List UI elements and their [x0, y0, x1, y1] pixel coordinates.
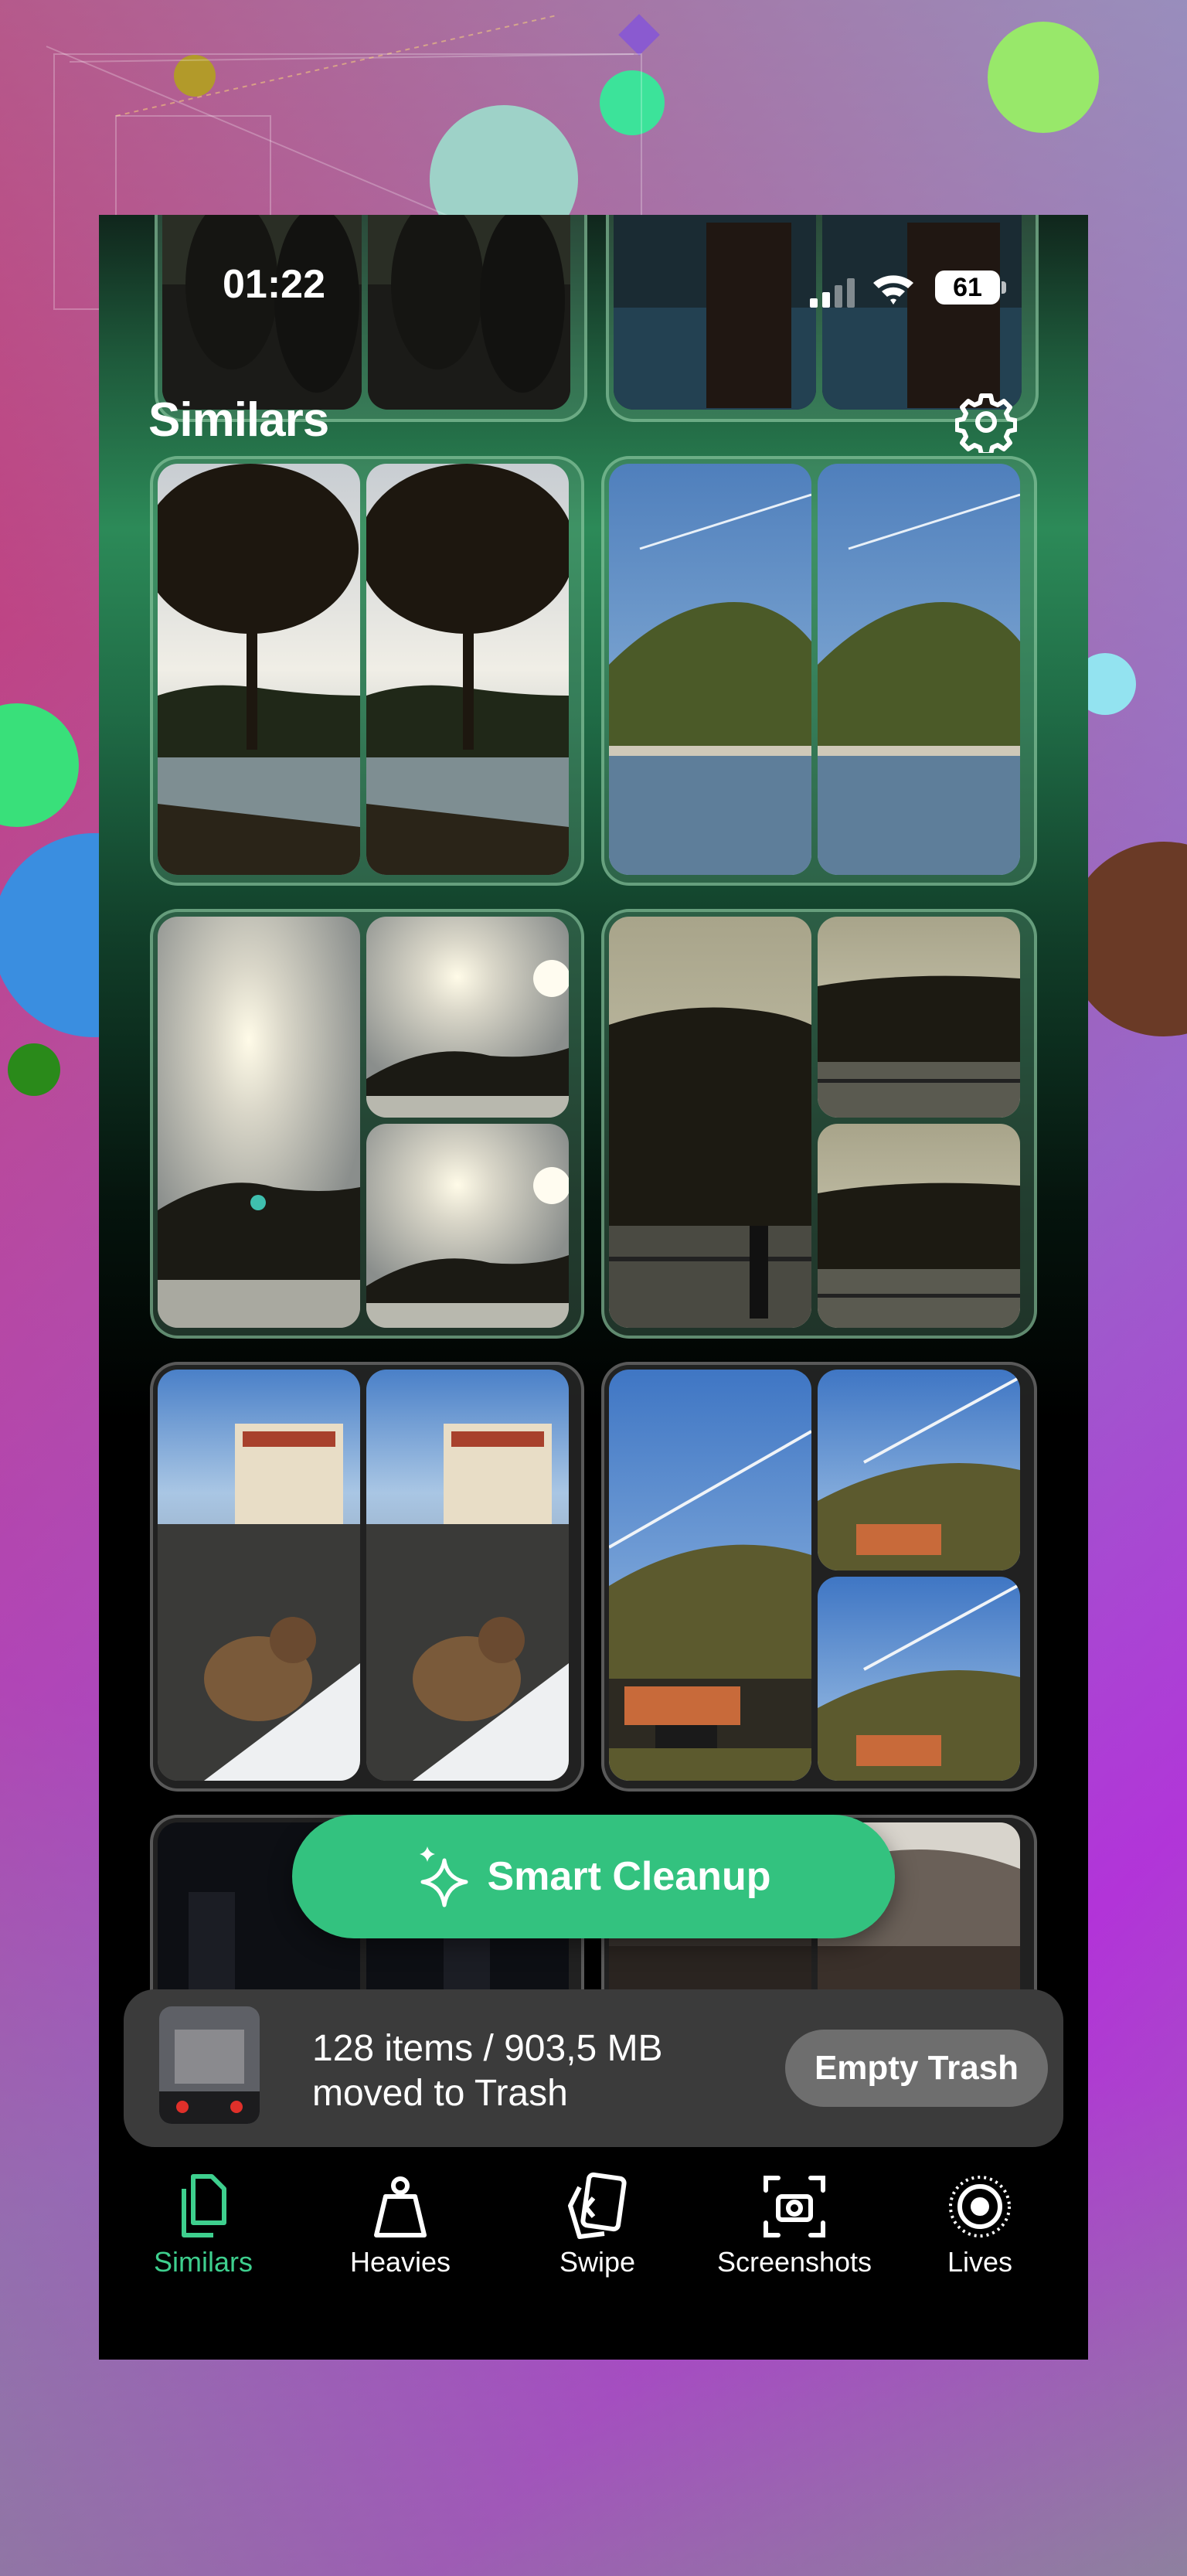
photo-group-sun-lake[interactable] — [150, 909, 584, 1339]
photo-thumbnail[interactable] — [158, 464, 360, 875]
photo-group-sparrow[interactable] — [150, 1362, 584, 1792]
photo-thumbnail[interactable] — [818, 464, 1020, 875]
photo-thumbnail[interactable] — [158, 917, 360, 1328]
trash-status: moved to Trash — [312, 2073, 568, 2114]
live-photo-icon — [949, 2176, 1011, 2237]
photo-thumbnail[interactable] — [366, 1370, 569, 1781]
similars-icon — [182, 2174, 226, 2237]
photo-thumbnail[interactable] — [609, 464, 811, 875]
tab-bar: Similars Heavies Swipe Screenshots Lives — [99, 2155, 1088, 2309]
tab-label: Lives — [947, 2246, 1013, 2278]
photo-thumbnail[interactable] — [366, 464, 569, 875]
photo-thumbnail[interactable] — [158, 1370, 360, 1781]
screenshot-icon — [764, 2176, 825, 2237]
photo-thumbnail[interactable] — [609, 917, 811, 1328]
photo-group-hillside[interactable] — [601, 1362, 1037, 1792]
photo-thumbnail[interactable] — [818, 1370, 1020, 1570]
photo-thumbnail[interactable] — [366, 917, 569, 1118]
tab-label: Swipe — [559, 2246, 636, 2278]
trash-summary-text: 128 items / 903,5 MB moved to Trash — [312, 2026, 663, 2116]
status-time: 01:22 — [223, 262, 325, 307]
photo-thumbnail[interactable] — [818, 917, 1020, 1118]
sparkles-icon — [419, 1846, 468, 1907]
photo-thumbnail[interactable] — [818, 1124, 1020, 1328]
tab-label: Heavies — [349, 2246, 451, 2278]
trash-count-size: 128 items / 903,5 MB — [312, 2028, 663, 2069]
status-bar: 01:22 61 — [99, 261, 1088, 315]
smart-cleanup-label: Smart Cleanup — [487, 1854, 771, 1899]
photo-thumbnail[interactable] — [609, 1370, 811, 1781]
tab-heavies[interactable]: Heavies — [308, 2155, 493, 2302]
photo-group-hill-lake[interactable] — [601, 456, 1037, 886]
wifi-icon — [873, 275, 913, 305]
cellular-signal-icon — [810, 278, 855, 308]
smart-cleanup-button[interactable]: Smart Cleanup — [292, 1815, 895, 1938]
tab-label: Similars — [153, 2246, 253, 2278]
battery-indicator: 61 — [935, 271, 1006, 305]
photo-group-silhouette-lake[interactable] — [601, 909, 1037, 1339]
tab-lives[interactable]: Lives — [887, 2155, 1073, 2302]
tab-swipe[interactable]: Swipe — [505, 2155, 690, 2302]
tab-similars[interactable]: Similars — [111, 2155, 296, 2302]
tab-label: Screenshots — [716, 2246, 872, 2278]
photo-group-top-left[interactable] — [155, 215, 587, 422]
trash-summary-bar: 128 items / 903,5 MB moved to Trash Empt… — [124, 1989, 1063, 2147]
battery-level: 61 — [935, 271, 1000, 305]
phone-screen: 01:22 61 Similars Smart Cleanup 128 item… — [99, 215, 1088, 2360]
tab-screenshots[interactable]: Screenshots — [702, 2155, 887, 2302]
empty-trash-button[interactable]: Empty Trash — [785, 2030, 1048, 2107]
photo-thumbnail[interactable] — [366, 1124, 569, 1328]
weight-icon — [374, 2176, 427, 2237]
settings-gear-icon[interactable] — [955, 391, 1017, 453]
page-title: Similars — [148, 393, 329, 447]
swipe-cards-icon — [568, 2172, 627, 2239]
photo-thumbnail[interactable] — [818, 1577, 1020, 1781]
photo-group-tree-lake[interactable] — [150, 456, 584, 886]
trash-preview-thumbnail[interactable] — [159, 2006, 260, 2124]
